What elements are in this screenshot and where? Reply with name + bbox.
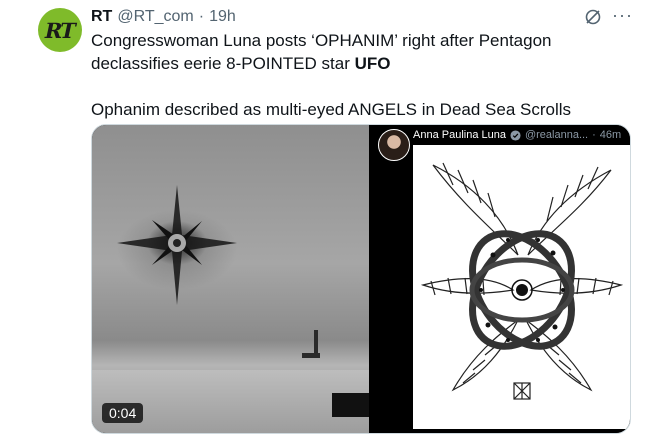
embed-header: Anna Paulina Luna @realanna... · 46m xyxy=(413,129,621,141)
tweet-text-line1-prefix: Congresswoman Luna posts ‘OPHANIM’ right… xyxy=(91,31,552,73)
ophanim-drawing xyxy=(420,162,624,400)
embed-handle: @realanna... xyxy=(524,129,589,141)
dark-object xyxy=(332,393,369,417)
tweet-text-bold: UFO xyxy=(354,53,391,73)
pole-base xyxy=(302,353,320,358)
separator-dot: · xyxy=(198,8,205,25)
grok-icon[interactable] xyxy=(584,8,602,26)
tweet-text-line2: Ophanim described as multi-eyed ANGELS i… xyxy=(91,100,572,119)
media-container[interactable]: 0:04 Anna Paulina Luna @realanna... · 46… xyxy=(91,124,631,434)
video-duration: 0:04 xyxy=(102,403,144,423)
tweet-header: RT @RT_com · 19h xyxy=(91,6,610,28)
verified-badge-icon xyxy=(510,129,521,141)
video-frame[interactable]: 0:04 xyxy=(92,125,369,433)
ophanim-illustration xyxy=(413,145,630,429)
ground-area xyxy=(92,370,369,433)
embed-time: 46m xyxy=(599,129,622,141)
timestamp[interactable]: 19h xyxy=(209,8,236,26)
embed-separator: · xyxy=(592,129,596,141)
tweet-text-line1: Congresswoman Luna posts ‘OPHANIM’ right… xyxy=(91,30,639,75)
more-icon[interactable]: ··· xyxy=(612,6,633,24)
avatar[interactable]: RT xyxy=(38,8,82,52)
ufo-star-image xyxy=(117,185,237,305)
embed-author-name: Anna Paulina Luna xyxy=(413,129,506,141)
author-handle[interactable]: @RT_com xyxy=(117,8,193,26)
tweet-text: Congresswoman Luna posts ‘OPHANIM’ right… xyxy=(91,30,639,122)
author-name[interactable]: RT xyxy=(91,8,112,26)
embed-avatar xyxy=(378,129,410,161)
embedded-tweet-image[interactable]: Anna Paulina Luna @realanna... · 46m xyxy=(369,125,630,433)
avatar-logo-text: RT xyxy=(41,17,77,43)
